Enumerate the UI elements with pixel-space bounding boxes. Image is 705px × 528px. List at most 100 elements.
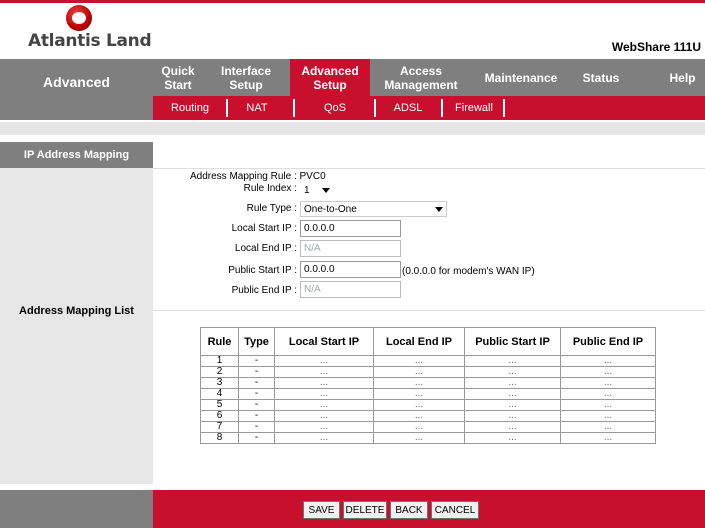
table-row: 5-............ [200,399,656,411]
nav-label-line2: Management [384,77,458,92]
tab-routing[interactable]: Routing [160,96,220,120]
table-cell: - [238,355,275,367]
table-cell: - [238,388,275,400]
table-cell: ... [560,377,656,389]
tab-qos[interactable]: QoS [300,96,370,120]
nav-item-quick-start[interactable]: Quick Start [153,59,203,96]
rule-type-select[interactable]: One-to-One [300,201,447,217]
table-cell: ... [464,432,561,444]
rule-index-select[interactable]: 1 [301,182,333,198]
local-start-label: Local Start IP : [231,223,297,234]
tab-firewall[interactable]: Firewall [447,96,501,120]
save-button[interactable]: SAVE [303,501,340,519]
nav-item-access-management[interactable]: Access Management [378,59,464,96]
nav-item-status[interactable]: Status [576,59,626,96]
table-cell: ... [373,421,465,433]
table-cell: ... [274,377,374,389]
tab-separator [374,99,376,117]
table-cell: - [238,377,275,389]
table-cell: ... [464,421,561,433]
table-cell: ... [464,377,561,389]
column-header: Local Start IP [274,327,374,356]
mapping-rule-label: Address Mapping Rule : PVC0 [190,171,326,182]
table-cell: ... [464,366,561,378]
table-cell: ... [274,388,374,400]
nav-label-line1: Interface [220,63,272,78]
table-cell: 1 [200,355,239,367]
rule-type-label: Rule Type : [246,203,297,214]
sidebar-heading: IP Address Mapping [0,142,153,168]
column-header: Local End IP [373,327,465,356]
main-nav: Advanced Quick Start Interface Setup Advan… [0,59,705,96]
table-cell: ... [274,366,374,378]
table-row: 1-............ [200,355,656,367]
table-cell: ... [464,388,561,400]
table-cell: ... [274,355,374,367]
public-end-row: Public End IP : [0,285,300,296]
table-cell: - [238,410,275,422]
column-header: Public End IP [560,327,656,356]
tab-separator [503,99,505,117]
local-start-row: Local Start IP : [0,223,300,234]
table-cell: ... [373,355,465,367]
table-cell: - [238,432,275,444]
table-row: 4-............ [200,388,656,400]
divider [153,168,705,169]
chevron-down-icon [322,187,330,193]
table-row: 3-............ [200,377,656,389]
nav-label-line1: Help [669,70,696,85]
product-name: WebShare 111U [611,40,701,54]
table-cell: ... [560,355,656,367]
nav-item-interface-setup[interactable]: Interface Setup [213,59,279,96]
logo-icon [66,5,92,31]
nav-label-line1: Status [582,70,620,85]
sub-nav: Routing NAT QoS ADSL Firewall [0,96,705,120]
tab-nat[interactable]: NAT [232,96,282,120]
table-header-row: Rule Type Local Start IP Local End IP Pu… [200,327,656,356]
brand-logo: Atlantis Land [28,5,158,55]
nav-label-line1: Maintenance [484,70,558,85]
table-cell: ... [373,388,465,400]
local-end-row: Local End IP : [0,243,300,254]
divider [153,310,705,311]
back-button[interactable]: BACK [390,501,428,519]
table-row: 6-............ [200,410,656,422]
table-cell: ... [560,366,656,378]
address-mapping-table: Rule Type Local Start IP Local End IP Pu… [200,327,656,444]
table-cell: ... [274,399,374,411]
table-cell: ... [373,432,465,444]
mapping-rule-row: Address Mapping Rule : PVC0 [190,171,326,182]
rule-type-row: Rule Type : [0,203,300,214]
section-label: Address Mapping List [19,305,134,317]
table-cell: ... [373,377,465,389]
table-cell: 5 [200,399,239,411]
table-row: 8-............ [200,432,656,444]
public-start-row: Public Start IP : [0,265,300,276]
top-accent-strip [0,0,705,3]
public-end-ip-input[interactable]: N/A [300,281,401,298]
table-cell: ... [373,366,465,378]
nav-label-line1: Advanced [301,63,359,78]
cancel-button[interactable]: CANCEL [431,501,479,519]
delete-button[interactable]: DELETE [343,501,387,519]
chevron-down-icon [435,206,443,212]
table-cell: 2 [200,366,239,378]
tab-adsl[interactable]: ADSL [378,96,438,120]
nav-item-maintenance[interactable]: Maintenance [476,59,566,96]
table-cell: - [238,399,275,411]
local-start-ip-input[interactable]: 0.0.0.0 [300,220,401,237]
rule-index-row: Rule Index : [0,183,300,194]
nav-item-help[interactable]: Help [660,59,705,96]
public-start-hint: (0.0.0.0 for modem's WAN IP) [402,266,535,277]
rule-index-label: Rule Index : [243,183,297,194]
tab-separator [441,99,443,117]
sub-nav-spacer [0,96,153,120]
public-start-ip-input[interactable]: 0.0.0.0 [300,261,401,278]
table-cell: ... [274,432,374,444]
local-end-ip-input[interactable]: N/A [300,240,401,257]
table-row: 2-............ [200,366,656,378]
table-cell: ... [274,410,374,422]
column-header: Type [238,327,275,356]
nav-item-advanced-setup[interactable]: Advanced Setup [290,59,370,96]
table-cell: 4 [200,388,239,400]
